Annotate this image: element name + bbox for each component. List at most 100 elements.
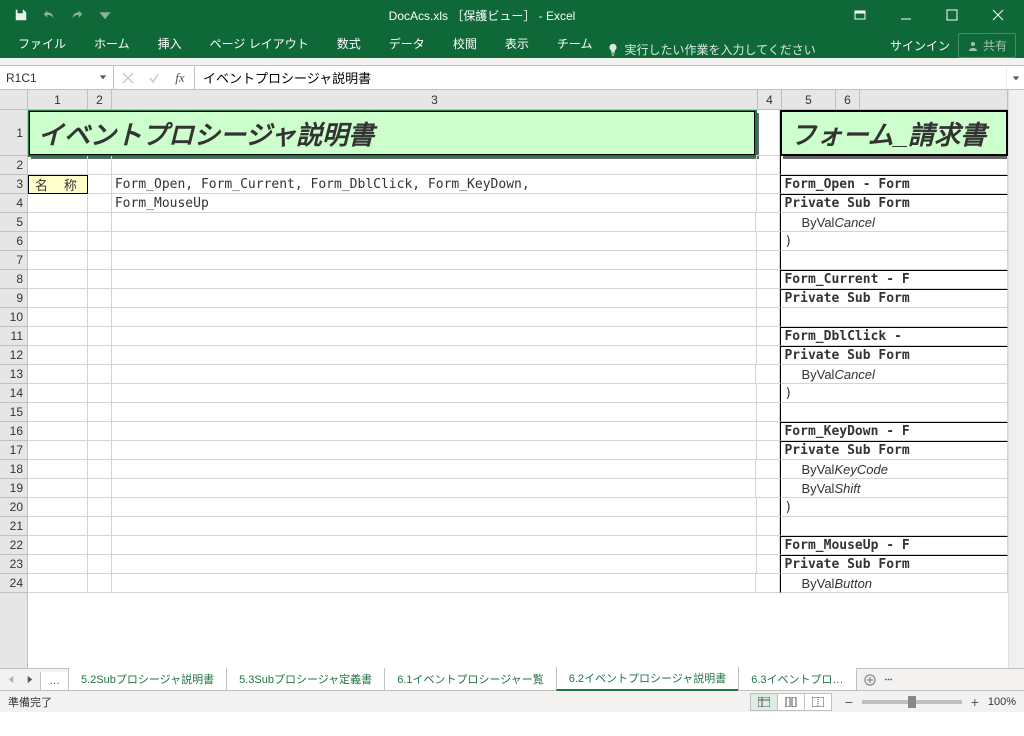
cell[interactable] xyxy=(88,555,112,574)
tell-me-search[interactable]: 実行したい作業を入力してください xyxy=(606,41,815,58)
cell[interactable] xyxy=(112,327,757,346)
cell[interactable] xyxy=(112,460,757,479)
zoom-out-button[interactable]: − xyxy=(842,695,856,709)
row-header-7[interactable]: 7 xyxy=(0,251,27,270)
cell[interactable]: Private Sub Form xyxy=(780,555,1008,574)
cell[interactable] xyxy=(28,232,88,251)
cell[interactable] xyxy=(757,441,781,460)
add-sheet-button[interactable] xyxy=(860,670,880,690)
row-header-5[interactable]: 5 xyxy=(0,213,27,232)
cell[interactable] xyxy=(757,251,781,270)
cell[interactable] xyxy=(28,213,88,232)
title-right-cell[interactable]: フォーム_請求書 xyxy=(780,110,1008,156)
cell[interactable] xyxy=(88,536,112,555)
cell[interactable] xyxy=(112,213,757,232)
name-box-dropdown-icon[interactable] xyxy=(95,68,111,86)
cell[interactable] xyxy=(28,346,88,365)
row-header-24[interactable]: 24 xyxy=(0,574,27,593)
sheet-tab-4[interactable]: 6.2イベントプロシージャ説明書 xyxy=(556,667,740,691)
sheet-tab-2[interactable]: 5.3Subプロシージャ定義書 xyxy=(226,668,385,691)
row-header-4[interactable]: 4 xyxy=(0,194,27,213)
tab-home[interactable]: ホーム xyxy=(80,29,144,58)
cell[interactable] xyxy=(757,270,781,289)
cell[interactable] xyxy=(757,403,781,422)
cell[interactable]: ByVal Cancel xyxy=(780,365,1008,384)
cell[interactable] xyxy=(88,517,112,536)
row-header-13[interactable]: 13 xyxy=(0,365,27,384)
label-name-cell[interactable]: 名 称 xyxy=(28,175,88,194)
row-header-2[interactable]: 2 xyxy=(0,156,27,175)
cell[interactable] xyxy=(112,251,757,270)
formula-input[interactable] xyxy=(195,66,1006,89)
view-page-break-icon[interactable] xyxy=(804,693,832,711)
zoom-slider[interactable] xyxy=(862,700,962,704)
cell[interactable] xyxy=(757,175,781,194)
row-header-8[interactable]: 8 xyxy=(0,270,27,289)
cell[interactable] xyxy=(780,251,1008,270)
cell[interactable]: Private Sub Form xyxy=(780,289,1008,308)
cell[interactable] xyxy=(757,327,781,346)
vertical-scrollbar[interactable] xyxy=(1008,90,1024,668)
title-main-cell[interactable]: イベントプロシージャ説明書 xyxy=(28,110,756,156)
cell[interactable] xyxy=(757,194,781,213)
cell[interactable] xyxy=(88,308,112,327)
cell[interactable] xyxy=(757,156,781,175)
cell[interactable] xyxy=(756,574,780,593)
cell[interactable] xyxy=(28,555,88,574)
row-header-15[interactable]: 15 xyxy=(0,403,27,422)
cell[interactable] xyxy=(112,536,757,555)
tab-data[interactable]: データ xyxy=(375,29,439,58)
row-header-3[interactable]: 3 xyxy=(0,175,27,194)
tab-formulas[interactable]: 数式 xyxy=(323,29,375,58)
col-header-6[interactable]: 6 xyxy=(836,90,860,109)
cell[interactable] xyxy=(88,403,112,422)
col-header-5[interactable]: 5 xyxy=(782,90,836,109)
tab-insert[interactable]: 挿入 xyxy=(144,29,196,58)
cell[interactable] xyxy=(780,156,1008,175)
redo-icon[interactable] xyxy=(64,3,90,27)
cell[interactable] xyxy=(28,289,88,308)
undo-icon[interactable] xyxy=(36,3,62,27)
row-header-18[interactable]: 18 xyxy=(0,460,27,479)
cell[interactable] xyxy=(28,194,88,213)
cell[interactable] xyxy=(757,555,781,574)
save-icon[interactable] xyxy=(8,3,34,27)
cell[interactable] xyxy=(88,422,112,441)
sheet-menu-icon[interactable] xyxy=(882,673,896,687)
cell[interactable] xyxy=(757,232,781,251)
row-header-19[interactable]: 19 xyxy=(0,479,27,498)
cell[interactable]: ByVal Button xyxy=(780,574,1008,593)
cell[interactable] xyxy=(28,517,88,536)
cell[interactable] xyxy=(88,460,112,479)
cell[interactable]: Private Sub Form xyxy=(780,194,1008,213)
col-header-1[interactable]: 1 xyxy=(28,90,88,109)
sheet-tab-3[interactable]: 6.1イベントプロシージャー覧 xyxy=(384,668,557,691)
cell[interactable] xyxy=(88,479,112,498)
cell[interactable] xyxy=(112,308,757,327)
cell[interactable] xyxy=(28,536,88,555)
zoom-value[interactable]: 100% xyxy=(988,696,1016,708)
cell[interactable] xyxy=(756,479,780,498)
ribbon-display-icon[interactable] xyxy=(838,1,882,29)
select-all-triangle[interactable] xyxy=(0,90,28,110)
cell[interactable] xyxy=(28,441,88,460)
cancel-icon[interactable] xyxy=(118,68,138,88)
cell[interactable]: Form_Open, Form_Current, Form_DblClick, … xyxy=(112,175,757,194)
row-header-1[interactable]: 1 xyxy=(0,110,27,156)
cell[interactable] xyxy=(757,308,781,327)
cell[interactable] xyxy=(112,441,757,460)
cell[interactable] xyxy=(28,422,88,441)
formula-expand-icon[interactable] xyxy=(1006,66,1024,89)
cell[interactable] xyxy=(112,156,757,175)
cell[interactable] xyxy=(756,460,780,479)
cell[interactable]: ByVal Cancel xyxy=(780,213,1008,232)
cell[interactable] xyxy=(88,194,112,213)
cell[interactable] xyxy=(28,327,88,346)
cell[interactable] xyxy=(112,555,757,574)
maximize-icon[interactable] xyxy=(930,1,974,29)
col-header-3[interactable]: 3 xyxy=(112,90,758,109)
cell[interactable] xyxy=(88,574,112,593)
name-box[interactable]: R1C1 xyxy=(0,66,114,89)
cell[interactable] xyxy=(112,346,757,365)
cell[interactable] xyxy=(757,346,781,365)
